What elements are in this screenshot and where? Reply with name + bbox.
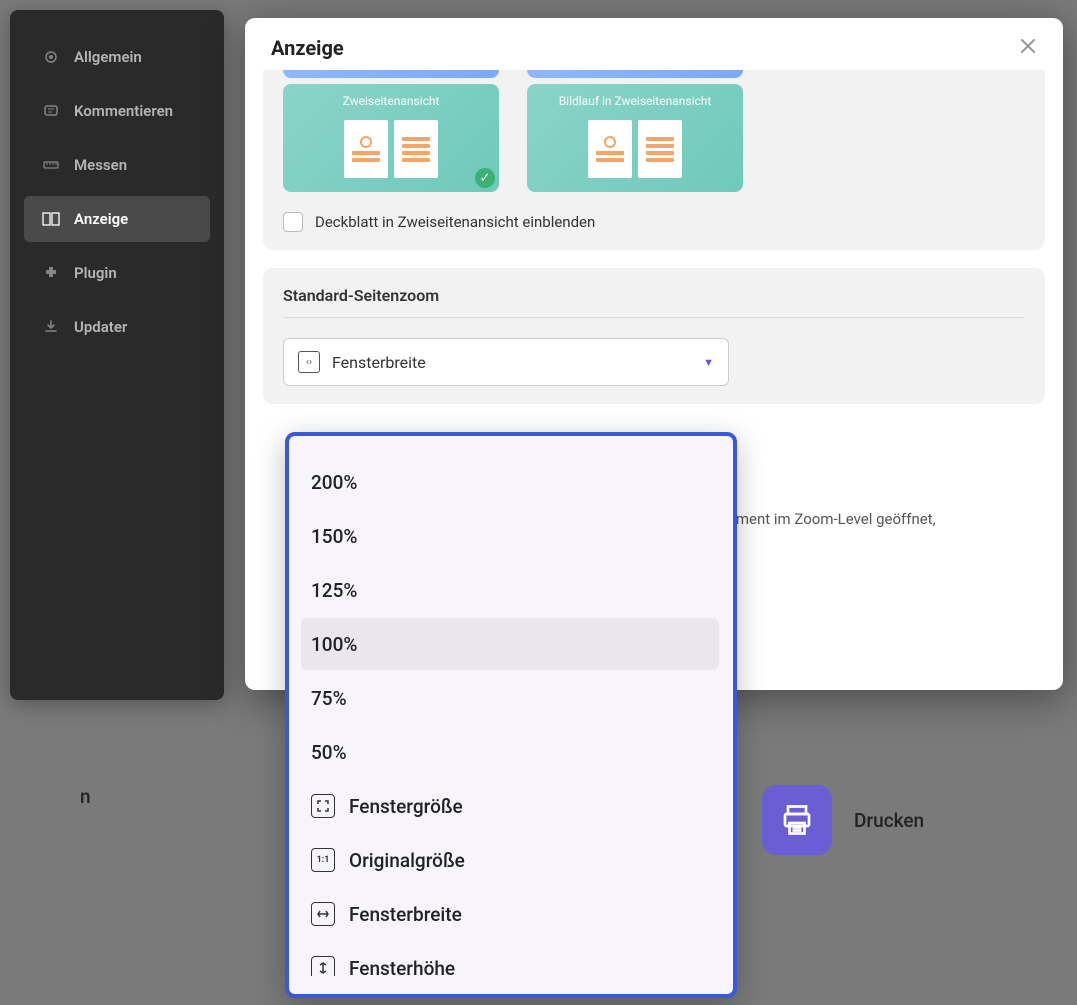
zoom-option-label: 100% bbox=[311, 633, 357, 656]
view-card-label: Bildlauf in Zweiseitenansicht bbox=[527, 94, 743, 108]
zoom-note-text: kument im Zoom-Level geöffnet, bbox=[720, 510, 1030, 528]
zoom-option-125[interactable]: 125% bbox=[301, 564, 719, 616]
sidebar-item-plugin[interactable]: Plugin bbox=[24, 250, 210, 296]
sidebar-item-kommentieren[interactable]: Kommentieren bbox=[24, 88, 210, 134]
print-icon bbox=[762, 785, 832, 855]
view-card-prev-2[interactable] bbox=[527, 70, 743, 78]
zoom-option-75[interactable]: 75% bbox=[301, 672, 719, 724]
cover-checkbox[interactable] bbox=[283, 212, 303, 232]
view-card-two-page[interactable]: Zweiseitenansicht ✓ bbox=[283, 84, 499, 192]
zoom-option-150[interactable]: 150% bbox=[301, 510, 719, 562]
zoom-dropdown: 200% 150% 125% 100% 75% 50% Fenstergröße bbox=[285, 432, 737, 998]
zoom-option-label: 50% bbox=[311, 741, 347, 764]
zoom-option-200[interactable]: 200% bbox=[301, 456, 719, 508]
sidebar-item-label: Anzeige bbox=[74, 210, 128, 228]
ruler-icon bbox=[42, 156, 60, 174]
zoom-select[interactable]: ‹› Fensterbreite ▼ bbox=[283, 338, 729, 386]
fit-width-icon bbox=[311, 902, 335, 926]
fit-height-icon bbox=[311, 956, 335, 976]
sidebar-item-label: Updater bbox=[74, 318, 127, 336]
cover-checkbox-label: Deckblatt in Zweiseitenansicht einblende… bbox=[315, 213, 595, 231]
view-card-prev-1[interactable] bbox=[283, 70, 499, 78]
zoom-option-label: 75% bbox=[311, 687, 347, 710]
download-icon bbox=[42, 318, 60, 336]
sidebar-item-messen[interactable]: Messen bbox=[24, 142, 210, 188]
view-card-label: Zweiseitenansicht bbox=[283, 94, 499, 108]
sidebar-item-updater[interactable]: Updater bbox=[24, 304, 210, 350]
bg-action-partial: n bbox=[80, 785, 91, 808]
zoom-option-label: Fenstergröße bbox=[349, 795, 463, 818]
zoom-option-fensterbreite[interactable]: Fensterbreite bbox=[301, 888, 719, 940]
cover-in-two-page-row: Deckblatt in Zweiseitenansicht einblende… bbox=[283, 212, 1025, 232]
bg-action-label: n bbox=[80, 785, 91, 808]
original-size-icon: 1:1 bbox=[311, 848, 335, 872]
section-page-view: Zweiseitenansicht ✓ Bildlauf in Zweiseit… bbox=[263, 70, 1045, 250]
zoom-option-100[interactable]: 100% bbox=[301, 618, 719, 670]
sidebar-item-allgemein[interactable]: Allgemein bbox=[24, 34, 210, 80]
zoom-option-label: 125% bbox=[311, 579, 357, 602]
zoom-option-originalgroesse[interactable]: 1:1 Originalgröße bbox=[301, 834, 719, 886]
sidebar-item-label: Allgemein bbox=[74, 48, 142, 66]
close-button[interactable] bbox=[1019, 37, 1037, 60]
zoom-option-label: Fensterbreite bbox=[349, 903, 462, 926]
display-icon bbox=[42, 210, 60, 228]
zoom-option-fensterhoehe[interactable]: Fensterhöhe bbox=[301, 942, 719, 976]
view-card-two-page-scroll[interactable]: Bildlauf in Zweiseitenansicht bbox=[527, 84, 743, 192]
zoom-dropdown-list[interactable]: 200% 150% 125% 100% 75% 50% Fenstergröße bbox=[289, 454, 727, 976]
zoom-select-value: Fensterbreite bbox=[332, 353, 691, 372]
selected-check-icon: ✓ bbox=[475, 168, 495, 188]
zoom-option-fenstergroesse[interactable]: Fenstergröße bbox=[301, 780, 719, 832]
bg-action-label: Drucken bbox=[854, 809, 924, 832]
section-title: Standard-Seitenzoom bbox=[283, 286, 1025, 318]
sidebar-item-label: Messen bbox=[74, 156, 127, 174]
zoom-option-50[interactable]: 50% bbox=[301, 726, 719, 778]
modal-title: Anzeige bbox=[271, 36, 344, 60]
zoom-option-label: 200% bbox=[311, 471, 357, 494]
sidebar-item-anzeige[interactable]: Anzeige bbox=[24, 196, 210, 242]
section-default-zoom: Standard-Seitenzoom ‹› Fensterbreite ▼ bbox=[263, 268, 1045, 404]
chevron-down-icon: ▼ bbox=[703, 356, 714, 369]
bg-action-drucken[interactable]: Drucken bbox=[762, 785, 924, 855]
sidebar-item-label: Plugin bbox=[74, 264, 117, 282]
settings-sidebar: Allgemein Kommentieren Messen Anzeige Pl… bbox=[10, 10, 224, 700]
sidebar-item-label: Kommentieren bbox=[74, 102, 173, 120]
plugin-icon bbox=[42, 264, 60, 282]
general-icon bbox=[42, 48, 60, 66]
modal-header: Anzeige bbox=[245, 18, 1063, 70]
fit-size-icon bbox=[311, 794, 335, 818]
zoom-option-label: 150% bbox=[311, 525, 357, 548]
zoom-option-label: Fensterhöhe bbox=[349, 957, 455, 977]
zoom-option-label: Originalgröße bbox=[349, 849, 465, 872]
comment-icon bbox=[42, 102, 60, 120]
fit-width-icon: ‹› bbox=[298, 351, 320, 373]
